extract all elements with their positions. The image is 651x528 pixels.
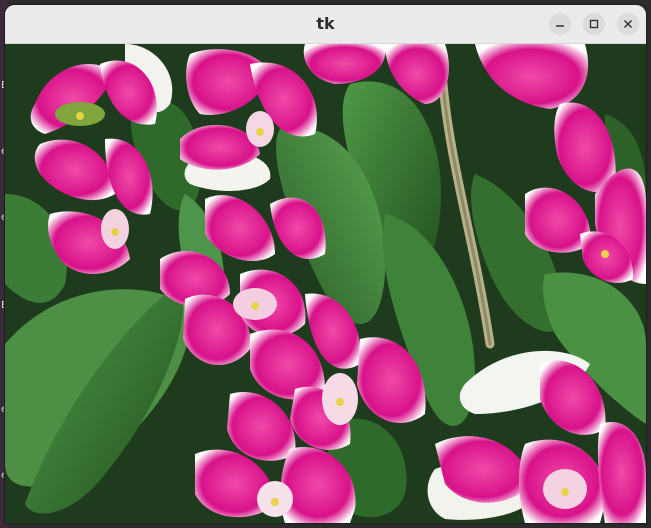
minimize-button[interactable] (549, 13, 571, 35)
close-icon (624, 20, 632, 28)
orchid-photo (5, 44, 646, 523)
tk-window: tk (5, 5, 646, 523)
minimize-icon (556, 25, 564, 27)
maximize-icon (589, 19, 599, 29)
close-button[interactable] (617, 13, 639, 35)
maximize-button[interactable] (583, 13, 605, 35)
window-titlebar[interactable]: tk (5, 5, 646, 44)
image-canvas (5, 44, 646, 523)
